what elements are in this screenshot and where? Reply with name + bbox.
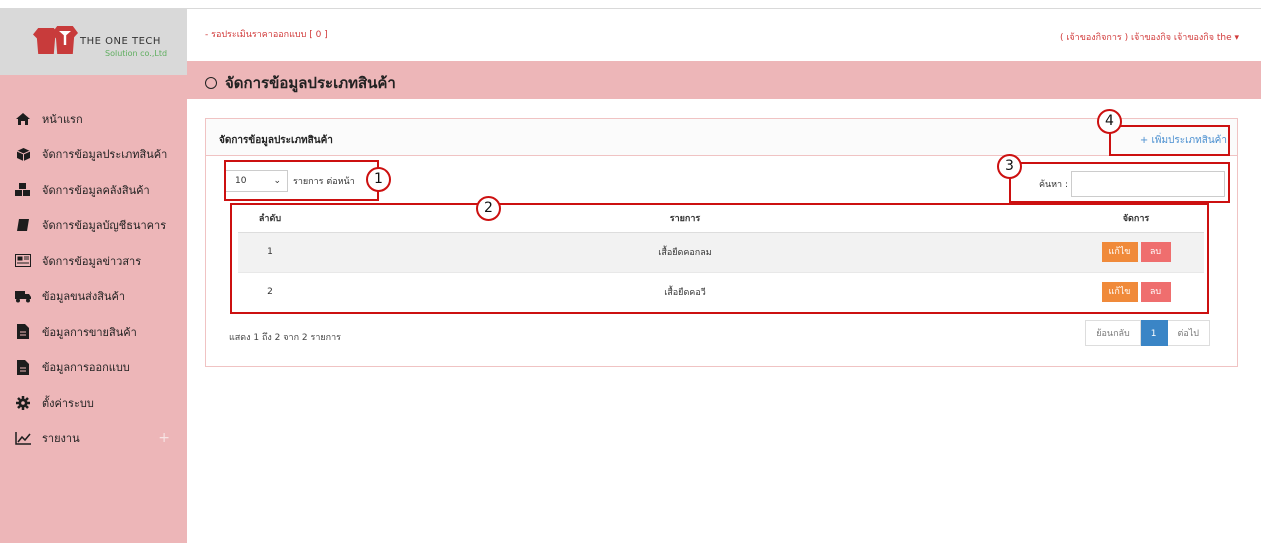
prev-page-button[interactable]: ย้อนกลับ <box>1085 320 1141 346</box>
annotation-box-3 <box>1009 162 1230 203</box>
file-icon <box>14 359 32 375</box>
annotation-box-1 <box>224 160 379 201</box>
annotation-number-3: 3 <box>997 154 1022 179</box>
box-icon <box>14 147 32 161</box>
annotation-number-2: 2 <box>476 196 501 221</box>
sidebar-item-settings[interactable]: ตั้งค่าระบบ <box>0 385 187 421</box>
table-info: แสดง 1 ถึง 2 จาก 2 รายการ <box>229 333 341 343</box>
sidebar-item-shipping[interactable]: ข้อมูลขนส่งสินค้า <box>0 279 187 315</box>
next-page-button[interactable]: ต่อไป <box>1167 320 1210 346</box>
sidebar-item-label: จัดการข้อมูลประเภทสินค้า <box>42 148 168 162</box>
sidebar-item-news[interactable]: จัดการข้อมูลข่าวสาร <box>0 243 187 279</box>
panel-header: จัดการข้อมูลประเภทสินค้า + เพิ่มประเภทสิ… <box>206 119 1237 156</box>
sidebar-item-product-type[interactable]: จัดการข้อมูลประเภทสินค้า <box>0 137 187 173</box>
shirt-icon <box>52 26 78 54</box>
sidebar-item-label: หน้าแรก <box>42 112 83 126</box>
sidebar-item-label: จัดการข้อมูลข่าวสาร <box>42 254 142 268</box>
gear-icon <box>14 395 32 410</box>
user-menu[interactable]: ( เจ้าของกิจการ ) เจ้าของกิจ เจ้าของกิจ … <box>1060 30 1239 44</box>
annotation-number-1: 1 <box>366 167 391 192</box>
page-title: จัดการข้อมูลประเภทสินค้า <box>205 71 396 95</box>
sidebar-item-home[interactable]: หน้าแรก <box>0 101 187 137</box>
cubes-icon <box>14 183 32 197</box>
annotation-number-4: 4 <box>1097 109 1122 134</box>
sidebar-item-design[interactable]: ข้อมูลการออกแบบ <box>0 350 187 386</box>
sidebar-item-label: ข้อมูลขนส่งสินค้า <box>42 290 126 304</box>
expand-icon[interactable]: + <box>158 430 170 446</box>
sidebar: THE ONE TECH Solution co.,Ltd หน้าแรก จั… <box>0 9 187 543</box>
pagination: ย้อนกลับ 1 ต่อไป <box>1085 320 1210 346</box>
sidebar-item-label: ข้อมูลการออกแบบ <box>42 361 130 375</box>
smile-icon <box>205 77 217 89</box>
logo[interactable]: THE ONE TECH Solution co.,Ltd <box>0 9 187 75</box>
top-header: - รอประเมินราคาออกแบบ [ 0 ] ( เจ้าของกิจ… <box>187 9 1261 61</box>
pending-design-notice[interactable]: - รอประเมินราคาออกแบบ [ 0 ] <box>205 27 328 41</box>
annotation-box-2 <box>230 203 1209 314</box>
sidebar-item-bank[interactable]: จัดการข้อมูลบัญชีธนาคาร <box>0 208 187 244</box>
sidebar-item-label: จัดการข้อมูลบัญชีธนาคาร <box>42 219 167 233</box>
sidebar-item-report[interactable]: รายงาน + <box>0 421 187 457</box>
sidebar-item-sales[interactable]: ข้อมูลการขายสินค้า <box>0 314 187 350</box>
brand-name: THE ONE TECH <box>80 36 161 47</box>
chart-icon <box>14 431 32 445</box>
home-icon <box>14 112 32 126</box>
newspaper-icon <box>14 254 32 268</box>
app-frame: THE ONE TECH Solution co.,Ltd หน้าแรก จั… <box>0 0 1261 543</box>
annotation-box-4 <box>1109 125 1230 156</box>
title-bar: จัดการข้อมูลประเภทสินค้า <box>187 61 1261 99</box>
brand-sub: Solution co.,Ltd <box>105 49 168 58</box>
sidebar-item-warehouse[interactable]: จัดการข้อมูลคลังสินค้า <box>0 172 187 208</box>
panel-title: จัดการข้อมูลประเภทสินค้า <box>219 135 333 146</box>
book-icon <box>14 218 32 232</box>
truck-icon <box>14 289 32 303</box>
file-icon <box>14 324 32 340</box>
sidebar-menu: หน้าแรก จัดการข้อมูลประเภทสินค้า จัดการข… <box>0 101 187 456</box>
sidebar-item-label: รายงาน <box>42 432 80 446</box>
sidebar-item-label: ตั้งค่าระบบ <box>42 396 94 410</box>
sidebar-item-label: จัดการข้อมูลคลังสินค้า <box>42 183 150 197</box>
current-page-button[interactable]: 1 <box>1140 320 1168 346</box>
sidebar-item-label: ข้อมูลการขายสินค้า <box>42 325 137 339</box>
